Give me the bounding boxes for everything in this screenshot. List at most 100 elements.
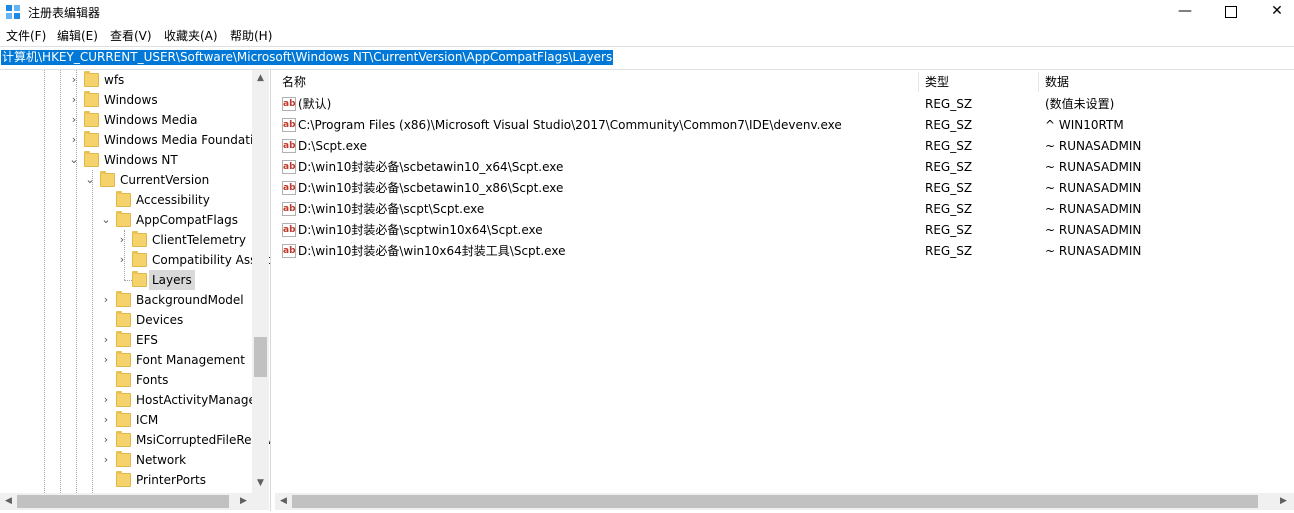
menu-view[interactable]: 查看(V)	[110, 27, 152, 44]
string-value-icon: ab	[282, 223, 296, 237]
tree-item[interactable]: Accessibility	[0, 190, 252, 210]
tree-item-label: Windows Media	[104, 113, 198, 127]
value-type: REG_SZ	[925, 202, 973, 216]
chevron-down-icon[interactable]: ⌄	[68, 150, 80, 170]
close-button[interactable]: ✕	[1254, 0, 1294, 24]
table-row[interactable]: ab D:\win10封装必备\win10x64封装工具\Scpt.exe RE…	[275, 241, 1294, 262]
tree-vertical-scrollbar[interactable]: ▲ ▼	[252, 70, 269, 493]
scroll-right-icon[interactable]: ▶	[235, 496, 252, 506]
tree-item[interactable]: › EFS	[0, 330, 252, 350]
tree-item-label: wfs	[104, 73, 125, 87]
value-data: ~ RUNASADMIN	[1045, 202, 1142, 216]
table-row[interactable]: ab D:\win10封装必备\scbetawin10_x64\Scpt.exe…	[275, 157, 1294, 178]
tree-item[interactable]: › BackgroundModel	[0, 290, 252, 310]
tree-item[interactable]: › ICM	[0, 410, 252, 430]
column-header-type[interactable]: 类型	[925, 70, 949, 94]
table-row[interactable]: ab D:\win10封装必备\scbetawin10_x86\Scpt.exe…	[275, 178, 1294, 199]
value-data: ~ RUNASADMIN	[1045, 244, 1142, 258]
chevron-right-icon[interactable]: ›	[68, 130, 80, 150]
folder-icon	[116, 331, 131, 347]
menu-file[interactable]: 文件(F)	[6, 27, 46, 44]
chevron-right-icon[interactable]: ›	[100, 430, 112, 450]
chevron-right-icon[interactable]: ›	[68, 70, 80, 90]
string-value-icon: ab	[282, 139, 296, 153]
list-horizontal-scroll-thumb[interactable]	[292, 495, 1258, 508]
address-path[interactable]: 计算机\HKEY_CURRENT_USER\Software\Microsoft…	[1, 50, 614, 65]
column-divider[interactable]	[918, 72, 919, 92]
tree-item[interactable]: ⌄ AppCompatFlags	[0, 210, 252, 230]
table-row[interactable]: ab D:\win10封装必备\scptwin10x64\Scpt.exe RE…	[275, 220, 1294, 241]
folder-icon	[116, 191, 131, 207]
tree-item[interactable]: › Windows	[0, 90, 252, 110]
folder-icon	[116, 311, 131, 327]
folder-icon	[84, 71, 99, 87]
string-value-icon: ab	[282, 244, 296, 258]
tree-item[interactable]: Devices	[0, 310, 252, 330]
scroll-up-icon[interactable]: ▲	[252, 73, 269, 83]
chevron-right-icon[interactable]: ›	[116, 230, 128, 250]
folder-icon	[116, 211, 131, 227]
string-value-icon: ab	[282, 202, 296, 216]
tree-item[interactable]: PrinterPorts	[0, 470, 252, 490]
tree-item-label: Windows	[104, 93, 158, 107]
tree-vertical-scroll-thumb[interactable]	[254, 337, 267, 377]
scroll-left-icon[interactable]: ◀	[0, 496, 17, 506]
tree-item[interactable]: › MsiCorruptedFileRecovery	[0, 430, 270, 450]
menu-help[interactable]: 帮助(H)	[230, 27, 272, 44]
tree-item-label: AppCompatFlags	[136, 213, 238, 227]
chevron-down-icon[interactable]: ⌄	[100, 210, 112, 230]
chevron-right-icon[interactable]: ›	[68, 110, 80, 130]
chevron-right-icon[interactable]: ›	[116, 250, 128, 270]
string-value-icon: ab	[282, 97, 296, 111]
tree-item[interactable]: › Compatibility Assistant	[0, 250, 270, 270]
maximize-button[interactable]	[1208, 0, 1254, 24]
tree-item[interactable]: › ClientTelemetry	[0, 230, 252, 250]
chevron-right-icon[interactable]: ›	[100, 330, 112, 350]
chevron-right-icon[interactable]: ›	[100, 350, 112, 370]
folder-icon	[116, 391, 131, 407]
scroll-down-icon[interactable]: ▼	[252, 478, 269, 488]
chevron-right-icon[interactable]: ›	[68, 90, 80, 110]
tree-item-label-selected: Layers	[149, 270, 195, 290]
tree-horizontal-scroll-thumb[interactable]	[17, 495, 229, 508]
tree-item[interactable]: ⌄ CurrentVersion	[0, 170, 252, 190]
tree-item[interactable]: › Windows Media Foundation	[0, 130, 268, 150]
tree-item[interactable]: ⌄ Windows NT	[0, 150, 252, 170]
tree-item-label: Devices	[136, 313, 184, 327]
tree-item[interactable]: › wfs	[0, 70, 252, 90]
column-header-name[interactable]: 名称	[282, 70, 306, 94]
tree-item[interactable]: Layers	[0, 270, 252, 290]
folder-icon	[116, 351, 131, 367]
folder-icon	[116, 431, 131, 447]
chevron-right-icon[interactable]: ›	[100, 450, 112, 470]
menu-favorites[interactable]: 收藏夹(A)	[164, 27, 218, 44]
address-bar[interactable]: 计算机\HKEY_CURRENT_USER\Software\Microsoft…	[0, 46, 1294, 70]
minimize-button[interactable]: —	[1162, 0, 1208, 24]
tree-item[interactable]: › Network	[0, 450, 252, 470]
table-row[interactable]: ab D:\Scpt.exe REG_SZ ~ RUNASADMIN	[275, 136, 1294, 157]
tree-item-label: EFS	[136, 333, 158, 347]
table-row[interactable]: ab C:\Program Files (x86)\Microsoft Visu…	[275, 115, 1294, 136]
string-value-icon: ab	[282, 118, 296, 132]
chevron-right-icon[interactable]: ›	[100, 410, 112, 430]
column-divider[interactable]	[1038, 72, 1039, 92]
table-row[interactable]: ab (默认) REG_SZ (数值未设置)	[275, 94, 1294, 115]
chevron-right-icon[interactable]: ›	[100, 390, 112, 410]
scroll-right-icon[interactable]: ▶	[1275, 496, 1292, 506]
value-name: D:\Scpt.exe	[298, 139, 367, 153]
folder-icon	[116, 451, 131, 467]
tree-item[interactable]: › Font Management	[0, 350, 252, 370]
tree-item[interactable]: Fonts	[0, 370, 252, 390]
chevron-right-icon[interactable]: ›	[100, 290, 112, 310]
scroll-left-icon[interactable]: ◀	[275, 496, 292, 506]
folder-icon	[132, 231, 147, 247]
tree-item[interactable]: › Windows Media	[0, 110, 252, 130]
column-header-data[interactable]: 数据	[1045, 70, 1069, 94]
value-name: D:\win10封装必备\scbetawin10_x64\Scpt.exe	[298, 160, 564, 174]
menu-edit[interactable]: 编辑(E)	[57, 27, 98, 44]
tree-item[interactable]: › HostActivityManager	[0, 390, 261, 410]
chevron-down-icon[interactable]: ⌄	[84, 170, 96, 190]
value-type: REG_SZ	[925, 160, 973, 174]
table-row[interactable]: ab D:\win10封装必备\scpt\Scpt.exe REG_SZ ~ R…	[275, 199, 1294, 220]
tree-item-label: Windows NT	[104, 153, 178, 167]
